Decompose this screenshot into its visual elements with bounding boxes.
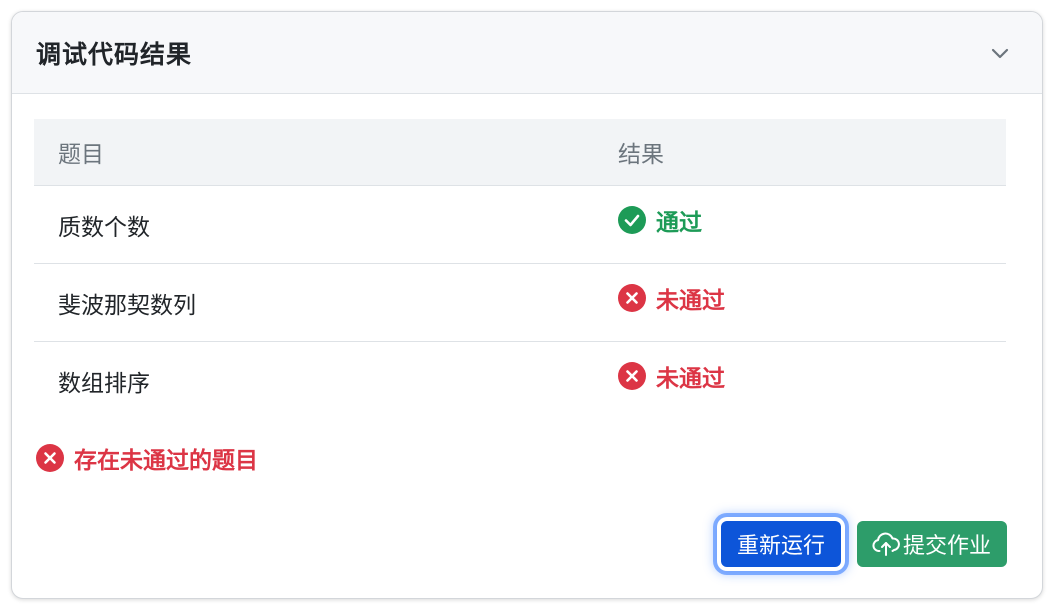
table-row: 数组排序 未通过 (34, 342, 1006, 420)
table-row: 斐波那契数列 未通过 (34, 263, 1006, 342)
column-header-result: 结果 (594, 119, 1006, 186)
x-circle-icon (618, 284, 646, 312)
submit-homework-button[interactable]: 提交作业 (856, 521, 1007, 567)
problem-title: 斐波那契数列 (34, 263, 594, 342)
problem-title: 数组排序 (58, 370, 150, 397)
action-bar: 重新运行 提交作业 (720, 521, 1007, 567)
debug-results-panel: 调试代码结果 题目 结果 质数个数 通过 斐波那契数列 未通过 数组排序 未通过… (11, 11, 1043, 599)
panel-body: 题目 结果 质数个数 通过 斐波那契数列 未通过 数组排序 未通过 存在未通过的… (12, 94, 1042, 475)
result-cell: 未通过 (594, 263, 1006, 342)
problem-title: 质数个数 (34, 185, 594, 264)
result-cell: 未通过 (594, 342, 1006, 420)
column-header-title: 题目 (34, 119, 594, 186)
check-circle-icon (618, 206, 646, 234)
status-text: 未通过 (656, 288, 725, 314)
status-badge: 通过 (618, 203, 702, 237)
status-text: 通过 (656, 210, 702, 236)
chevron-down-icon[interactable] (982, 35, 1018, 71)
summary-text: 存在未通过的题目 (74, 448, 258, 474)
result-cell: 通过 (594, 185, 1006, 264)
panel-title: 调试代码结果 (36, 39, 193, 69)
summary-message: 存在未通过的题目 (34, 441, 1020, 475)
table-row: 质数个数 通过 (34, 185, 1006, 264)
rerun-button[interactable]: 重新运行 (720, 521, 841, 567)
submit-button-label: 提交作业 (902, 534, 991, 559)
table-header-row: 题目 结果 (34, 119, 1006, 186)
x-circle-icon (36, 444, 64, 472)
status-badge: 未通过 (618, 359, 725, 393)
status-badge: 未通过 (618, 281, 725, 315)
status-text: 未通过 (656, 366, 725, 392)
cloud-upload-icon (872, 532, 900, 556)
x-circle-icon (618, 362, 646, 390)
panel-header[interactable]: 调试代码结果 (12, 12, 1042, 94)
results-table: 题目 结果 质数个数 通过 斐波那契数列 未通过 数组排序 未通过 (34, 119, 1006, 419)
